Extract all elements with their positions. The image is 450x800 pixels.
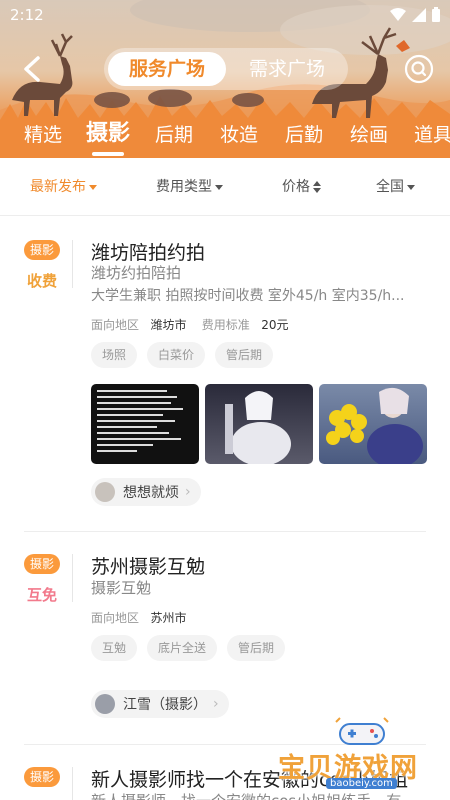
category-badge: 摄影 [24,554,60,574]
tab-service-square[interactable]: 服务广场 [108,52,226,86]
fee-type-label: 互免 [26,586,57,604]
post-title: 潍坊陪拍约拍 [91,242,206,264]
photo-thumbnail[interactable] [319,384,427,464]
photo-thumbnail[interactable] [205,384,313,464]
filter-region-label: 全国 [376,179,404,195]
post-meta: 面向地区 苏州市 [91,609,186,626]
signal-icon [412,7,426,22]
photo-thumbnail[interactable] [91,384,199,464]
category-badge: 摄影 [24,240,60,260]
user-chip[interactable]: 江雪（摄影） › [91,690,229,718]
tab-props[interactable]: 道具 [414,118,450,158]
separator [72,767,73,800]
region-label: 面向地区 [91,318,140,332]
square-segmented-control: 服务广场 需求广场 [104,48,348,90]
filter-bar: 最新发布 费用类型 价格 全国 [0,158,450,216]
caret-down-icon [407,184,415,190]
category-tabs: 精选 摄影 后期 妆造 后勤 绘画 道具 [0,118,450,158]
sort-icon [313,181,321,193]
caret-down-icon [89,184,97,190]
battery-icon [432,7,440,22]
filter-latest-label: 最新发布 [30,179,86,195]
text-screenshot-image [97,390,183,452]
active-tab-indicator [92,152,124,156]
tab-featured[interactable]: 精选 [24,118,62,158]
caret-down-icon [215,184,223,190]
tag: 互勉 [91,635,138,661]
back-arrow-icon[interactable] [18,52,48,86]
tag-list: 场照 白菜价 管后期 [91,342,274,368]
filter-region[interactable]: 全国 [376,158,415,216]
tag: 管后期 [227,635,286,661]
post-card[interactable]: 摄影 收费 潍坊陪拍约拍 潍坊约拍陪拍 大学生兼职 拍照按时间收费 室外45/h… [0,216,450,532]
post-title: 苏州摄影互勉 [91,556,206,578]
site-watermark: 宝贝游戏网 baobeiy.com [274,716,450,800]
post-card[interactable]: 摄影 互免 苏州摄影互勉 摄影互勉 面向地区 苏州市 互勉 底片全送 管后期 江… [0,532,450,744]
avatar [95,482,115,502]
chevron-right-icon: › [185,484,191,500]
avatar [95,694,115,714]
flowers-cosplay-image [326,387,423,464]
user-name: 想想就烦 [123,485,179,501]
tab-demand-square[interactable]: 需求广场 [230,52,344,86]
filter-latest[interactable]: 最新发布 [30,158,97,216]
post-subtitle: 潍坊约拍陪拍 [91,264,182,282]
tag: 场照 [91,342,138,368]
fee-label: 费用标准 [201,318,250,332]
tab-makeup[interactable]: 妆造 [220,118,258,158]
tab-post-processing[interactable]: 后期 [155,118,193,158]
chevron-right-icon: › [213,696,219,712]
tag: 白菜价 [147,342,206,368]
fee-value: 20元 [261,318,289,332]
region-value: 苏州市 [150,611,187,625]
status-icons [390,7,440,22]
filter-fee-type[interactable]: 费用类型 [156,158,223,216]
watermark-url: baobeiy.com [326,778,397,789]
wifi-icon [390,7,406,21]
tab-painting[interactable]: 绘画 [350,118,388,158]
cosplay-photo-image [225,391,291,464]
header-banner: 2:12 服务广场 需求广场 精选 摄影 后期 妆造 后勤 绘画 道具 [0,0,450,158]
photo-grid [91,384,427,464]
user-chip[interactable]: 想想就烦 › [91,478,201,506]
search-icon[interactable] [404,54,434,84]
separator [72,554,73,602]
status-time: 2:12 [10,6,44,24]
tag-list: 互勉 底片全送 管后期 [91,635,286,661]
separator [72,240,73,288]
filter-price-label: 价格 [282,179,310,195]
post-subtitle: 摄影互勉 [91,579,152,597]
tag: 底片全送 [147,635,218,661]
post-description: 大学生兼职 拍照按时间收费 室外45/h 室内35/h... [91,288,405,304]
tab-logistics[interactable]: 后勤 [285,118,323,158]
region-value: 潍坊市 [150,318,187,332]
region-label: 面向地区 [91,611,140,625]
post-meta: 面向地区 潍坊市 费用标准 20元 [91,316,289,333]
fee-type-label: 收费 [26,272,57,290]
tag: 管后期 [215,342,274,368]
filter-price[interactable]: 价格 [282,158,321,216]
gamepad-logo-icon [335,717,389,745]
status-bar: 2:12 [0,0,450,32]
filter-fee-type-label: 费用类型 [156,179,212,195]
user-name: 江雪（摄影） [123,697,207,713]
category-badge: 摄影 [24,767,60,787]
